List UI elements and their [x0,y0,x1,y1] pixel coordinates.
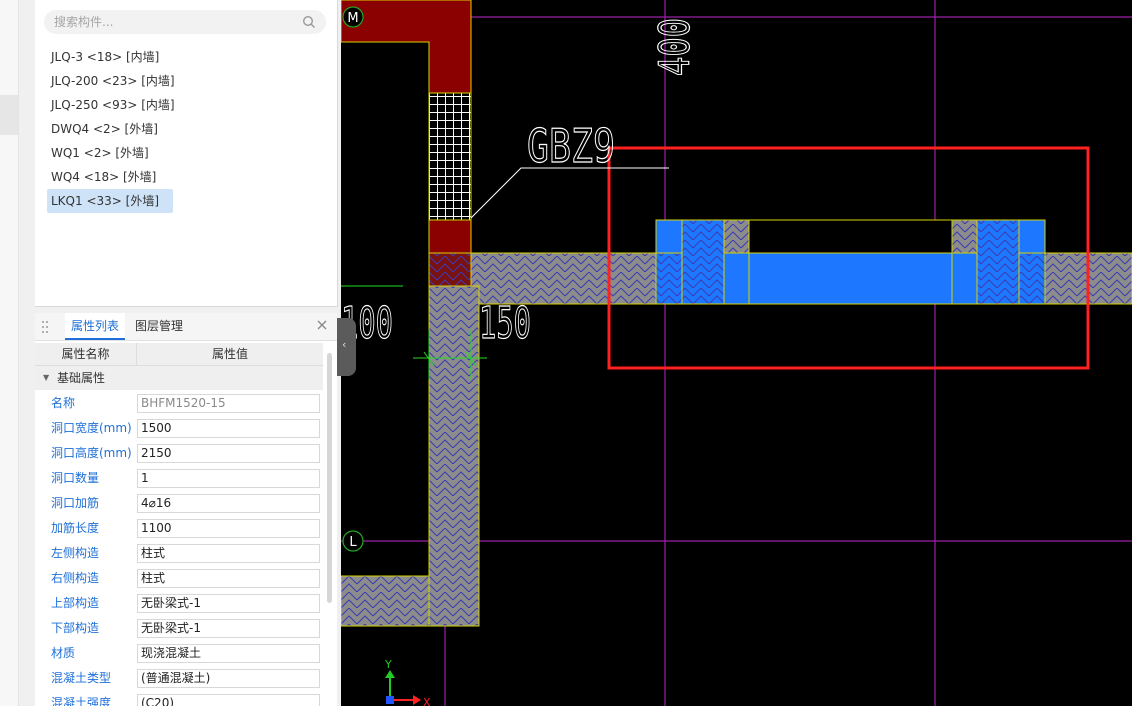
dimension-text-400: 400 [650,18,699,76]
wall-bottom[interactable] [341,575,430,627]
component-list: JLQ-3 <18> [内墙] JLQ-200 <23> [内墙] JLQ-25… [47,45,327,213]
column-lower[interactable] [428,219,472,254]
component-item-selected[interactable]: LKQ1 <33> [外墙] [47,189,173,213]
property-name: 混凝土类型 [51,671,112,685]
component-list-panel: JLQ-3 <18> [内墙] JLQ-200 <23> [内墙] JLQ-25… [35,0,338,307]
property-value-field[interactable]: 2150 [137,444,320,463]
property-name: 上部构造 [51,596,100,610]
component-item[interactable]: WQ1 <2> [外墙] [47,141,327,165]
property-value-field[interactable]: 柱式 [137,544,320,563]
search-box[interactable] [44,10,326,34]
property-row[interactable]: 混凝土类型 (普通混凝土) [35,666,323,691]
property-value-field[interactable]: 1 [137,469,320,488]
panel-collapse-handle[interactable]: ‹ [337,318,356,376]
column-mesh[interactable] [428,92,472,221]
svg-text:Y: Y [384,658,392,671]
property-value-field[interactable]: 1100 [137,519,320,538]
property-row[interactable]: 右侧构造 柱式 [35,566,323,591]
property-row[interactable]: 加筋长度 1100 [35,516,323,541]
property-name: 洞口数量 [51,471,100,485]
tab-property-list[interactable]: 属性列表 [65,313,125,340]
component-item[interactable]: JLQ-3 <18> [内墙] [47,45,327,69]
property-row[interactable]: 下部构造 无卧梁式-1 [35,616,323,641]
svg-text:X: X [423,696,431,706]
search-input[interactable] [54,10,294,34]
property-group-basic[interactable]: ▼ 基础属性 [35,366,323,390]
property-row[interactable]: 名称 BHFM1520-15 [35,391,323,416]
search-icon[interactable] [302,15,316,29]
component-item[interactable]: JLQ-200 <23> [内墙] [47,69,327,93]
left-strip-selected[interactable] [0,95,18,135]
property-name: 混凝土强度 [51,696,112,706]
coordinate-axes-icon: Y X [384,658,431,706]
property-group-label: 基础属性 [57,371,106,385]
property-name: 下部构造 [51,621,100,635]
property-value-field[interactable]: 4⌀16 [137,494,320,513]
property-name: 右侧构造 [51,571,100,585]
property-row[interactable]: 洞口高度(mm) 2150 [35,441,323,466]
door-opening-element[interactable] [655,219,1046,305]
property-panel: 属性列表 图层管理 属性名称 属性值 ▼ 基础属性 名称 BHFM1520-15 洞… [35,313,337,706]
property-row[interactable]: 洞口宽度(mm) 1500 [35,416,323,441]
chevron-left-icon: ‹ [342,338,347,351]
property-value-field[interactable]: 柱式 [137,569,320,588]
svg-text:M: M [347,11,358,26]
property-row[interactable]: 洞口数量 1 [35,466,323,491]
property-name: 材质 [51,646,76,660]
axis-bubble-L: L [342,530,364,552]
property-value-field[interactable]: 无卧梁式-1 [137,594,320,613]
property-name: 洞口宽度(mm) [51,421,132,435]
property-row[interactable]: 上部构造 无卧梁式-1 [35,591,323,616]
property-name: 名称 [51,396,76,410]
property-row[interactable]: 洞口加筋 4⌀16 [35,491,323,516]
property-value-field[interactable]: (普通混凝土) [137,669,320,688]
property-value-field[interactable]: 1500 [137,419,320,438]
svg-text:L: L [349,535,357,550]
component-tag-text: GBZ9 [527,119,615,173]
close-icon[interactable] [317,320,327,330]
property-row[interactable]: 材质 现浇混凝土 [35,641,323,666]
drag-grip-icon[interactable] [41,320,49,334]
property-value-field[interactable]: 无卧梁式-1 [137,619,320,638]
cad-drawing[interactable]: 400 100 150 GBZ9 M L Y X [341,0,1132,706]
property-value-field[interactable]: 现浇混凝土 [137,644,320,663]
column-header-name: 属性名称 [35,343,137,365]
property-row[interactable]: 左侧构造 柱式 [35,541,323,566]
axis-bubble-M: M [342,6,364,28]
property-value-field[interactable]: BHFM1520-15 [137,394,320,413]
component-item[interactable]: JLQ-250 <93> [内墙] [47,93,327,117]
property-value-field[interactable]: (C20) [137,694,320,706]
property-row[interactable]: 混凝土强度 (C20) [35,691,323,706]
column-header-value: 属性值 [211,347,248,361]
collapse-triangle-icon[interactable]: ▼ [43,366,49,390]
property-name: 洞口加筋 [51,496,100,510]
component-item[interactable]: DWQ4 <2> [外墙] [47,117,327,141]
property-name: 洞口高度(mm) [51,446,132,460]
component-item[interactable]: WQ4 <18> [外墙] [47,165,327,189]
tab-layer-management[interactable]: 图层管理 [135,313,183,340]
property-tabs: 属性列表 图层管理 [35,313,337,341]
dimension-text-150: 150 [479,298,531,349]
property-rows: 名称 BHFM1520-15 洞口宽度(mm) 1500 洞口高度(mm) 2150 洞口数… [35,391,323,706]
left-toolbar-strip [0,0,19,706]
property-scrollbar[interactable] [327,353,332,603]
tag-leader-line [470,167,669,219]
property-name: 左侧构造 [51,546,100,560]
wall-horizontal-left[interactable] [470,252,657,305]
cad-drawing-canvas[interactable]: 400 100 150 GBZ9 M L Y X [341,0,1132,706]
column-junction[interactable] [428,252,472,287]
property-table-header: 属性名称 属性值 [35,343,323,366]
property-name: 加筋长度 [51,521,100,535]
